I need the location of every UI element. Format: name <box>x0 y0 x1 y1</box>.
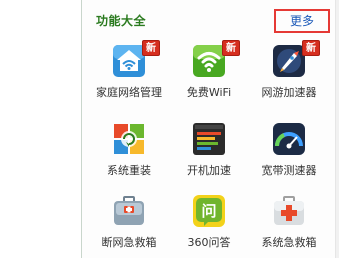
item-label: 家庭网络管理 <box>96 86 162 99</box>
item-label: 免费WiFi <box>186 86 232 99</box>
feature-panel: 功能大全 更多 新 家庭网络管理 新 免费WiFi 新 网游加速器 系统重装 开… <box>81 0 339 258</box>
item-system-first-aid[interactable]: 系统急救箱 <box>249 194 329 262</box>
item-network-first-aid[interactable]: 断网急救箱 <box>89 194 169 262</box>
item-broadband-speedometer[interactable]: 宽带测速器 <box>249 122 329 190</box>
item-label: 系统重装 <box>107 164 151 177</box>
item-boot-speedup[interactable]: 开机加速 <box>169 122 249 190</box>
new-badge: 新 <box>142 40 160 56</box>
item-label: 断网急救箱 <box>101 236 157 249</box>
new-badge: 新 <box>222 40 240 56</box>
item-label: 宽带测速器 <box>261 164 317 177</box>
item-label: 开机加速 <box>187 164 231 177</box>
item-system-reinstall[interactable]: 系统重装 <box>89 122 169 190</box>
panel-title: 功能大全 <box>96 14 147 28</box>
system-reinstall-icon <box>112 122 146 156</box>
game-accelerator-icon <box>272 44 306 78</box>
svg-text:问: 问 <box>201 202 216 220</box>
network-first-aid-icon <box>112 194 146 228</box>
system-first-aid-icon <box>272 194 306 228</box>
boot-speedup-icon <box>192 122 226 156</box>
item-free-wifi[interactable]: 新 免费WiFi <box>169 40 249 112</box>
scrollbar-edge[interactable] <box>335 0 339 258</box>
item-home-network[interactable]: 新 家庭网络管理 <box>89 40 169 112</box>
item-label: 网游加速器 <box>261 86 317 99</box>
item-label: 系统急救箱 <box>261 236 317 249</box>
wifi-icon <box>192 44 226 78</box>
new-badge: 新 <box>302 40 320 56</box>
item-game-accelerator[interactable]: 新 网游加速器 <box>249 40 329 112</box>
qa-icon: 问 <box>192 194 226 228</box>
home-network-icon <box>112 44 146 78</box>
item-360-qa[interactable]: 问 360问答 <box>169 194 249 262</box>
broadband-speedometer-icon <box>272 122 306 156</box>
more-link[interactable]: 更多 <box>274 9 330 33</box>
item-label: 360问答 <box>187 236 231 249</box>
